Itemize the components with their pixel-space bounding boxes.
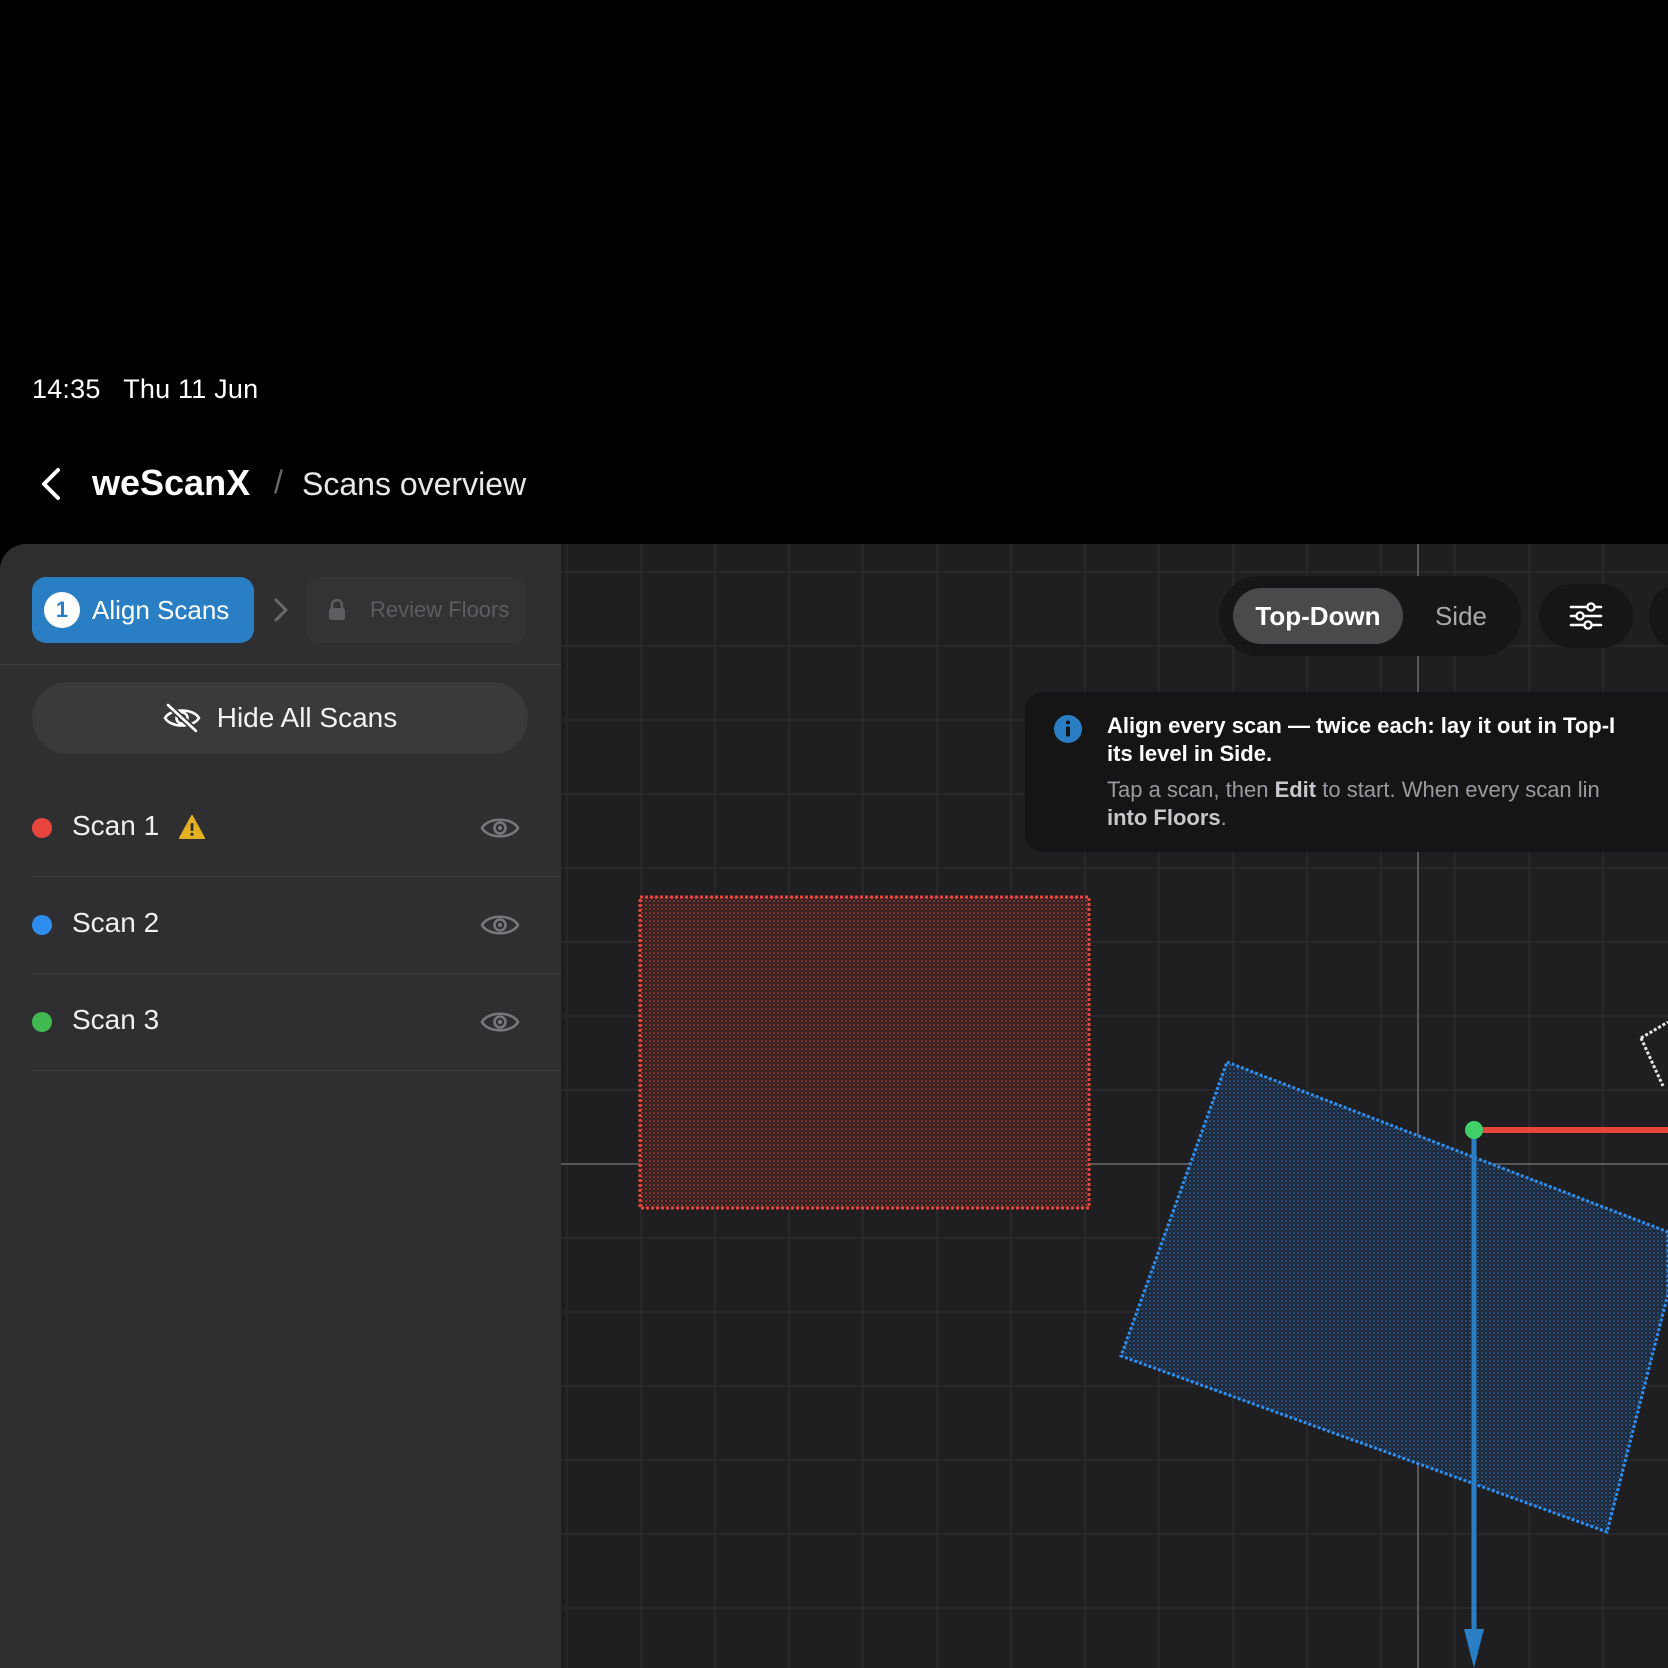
- eye-icon[interactable]: [480, 911, 520, 939]
- top-bar: weScanX / Scans overview: [0, 452, 1668, 516]
- scan-name: Scan 2: [72, 907, 160, 938]
- breadcrumb-separator: /: [274, 464, 283, 500]
- info-body-text: Tap a scan, then: [1107, 777, 1275, 802]
- info-body-floors: into Floors: [1107, 805, 1221, 830]
- info-icon: [1054, 715, 1082, 743]
- sliders-icon: [1569, 602, 1603, 630]
- status-time: 14:35: [32, 374, 101, 404]
- step-progress: 1 Align Scans Review Floors: [0, 544, 561, 665]
- scan-3-pointcloud[interactable]: [1639, 1020, 1668, 1087]
- warning-icon: [179, 815, 205, 839]
- info-title-line2: its level in Side.: [1107, 741, 1273, 766]
- info-title-line1: Align every scan — twice each: lay it ou…: [1107, 713, 1616, 738]
- info-body-edit: Edit: [1274, 777, 1317, 802]
- chevron-right-icon: [274, 598, 288, 622]
- breadcrumb-current-page: Scans overview: [302, 466, 527, 502]
- eye-icon[interactable]: [480, 1008, 520, 1036]
- eye-slash-icon: [163, 703, 201, 733]
- info-body-text: .: [1220, 805, 1227, 830]
- scan-row-2[interactable]: Scan 2: [32, 877, 561, 974]
- step-align-scans[interactable]: 1 Align Scans: [32, 577, 254, 643]
- scan-list: Scan 1 Scan 2 Scan 3: [32, 780, 561, 1071]
- top-down-view-button[interactable]: Top-Down: [1233, 588, 1403, 644]
- lock-icon: [329, 599, 345, 620]
- step-review-floors[interactable]: Review Floors: [306, 577, 526, 643]
- app-title[interactable]: weScanX: [92, 462, 250, 504]
- step-label: Align Scans: [92, 594, 230, 625]
- settings-button[interactable]: [1539, 584, 1633, 648]
- y-axis-arrowhead: [1464, 1629, 1484, 1668]
- info-banner: Align every scan — twice each: lay it ou…: [1025, 692, 1668, 852]
- sidebar: 1 Align Scans Review Floors Hide All Sca…: [0, 544, 561, 1668]
- status-bar: 14:35 Thu 11 Jun: [32, 374, 258, 405]
- origin-handle[interactable]: [1465, 1121, 1483, 1139]
- hide-all-scans-label: Hide All Scans: [216, 702, 398, 733]
- info-body-text: to start. When every scan lin: [1316, 777, 1600, 802]
- scan-color-dot: [32, 915, 52, 935]
- scan-row-1[interactable]: Scan 1: [32, 780, 561, 877]
- eye-icon[interactable]: [480, 814, 520, 842]
- info-title: Align every scan — twice each: lay it ou…: [1107, 712, 1668, 768]
- back-chevron-icon[interactable]: [36, 466, 66, 502]
- scan-row-3[interactable]: Scan 3: [32, 974, 561, 1071]
- scan-color-dot: [32, 1012, 52, 1032]
- scan-name: Scan 1: [72, 810, 160, 841]
- side-view-button[interactable]: Side: [1415, 588, 1507, 644]
- scan-color-dot: [32, 818, 52, 838]
- status-date: Thu 11 Jun: [123, 374, 259, 404]
- step-label-locked: Review Floors: [370, 597, 510, 622]
- info-body: Tap a scan, then Edit to start. When eve…: [1107, 776, 1668, 832]
- view-mode-toggle: Top-Down Side: [1219, 576, 1521, 656]
- scan-name: Scan 3: [72, 1004, 160, 1035]
- step-number-badge: 1: [44, 592, 80, 628]
- hide-all-scans-button[interactable]: Hide All Scans: [32, 682, 528, 754]
- scan-canvas[interactable]: Top-Down Side Align every scan — twice e…: [561, 544, 1668, 1668]
- scan-1-pointcloud[interactable]: [638, 895, 1091, 1210]
